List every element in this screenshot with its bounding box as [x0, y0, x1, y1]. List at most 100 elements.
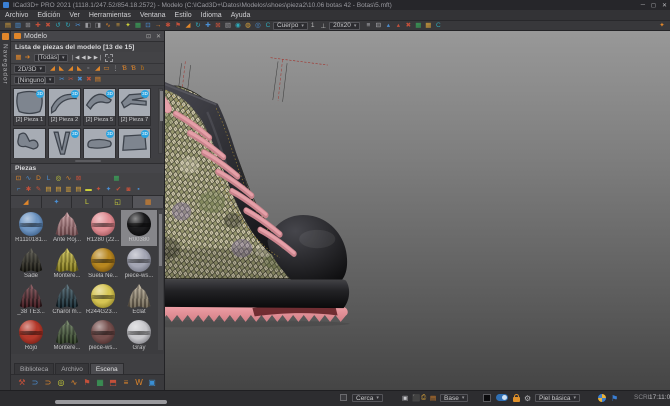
menu-estilo[interactable]: Estilo	[175, 12, 192, 19]
star-icon[interactable]: ✦	[123, 22, 133, 30]
v-red-icon[interactable]: ✔	[114, 186, 123, 194]
material-swatch[interactable]: R1110181...	[13, 210, 49, 246]
box-red-icon[interactable]: ⬒	[108, 378, 118, 388]
hatch-icon[interactable]: ▧	[223, 22, 233, 30]
tab-pieces[interactable]: ◢	[11, 196, 42, 208]
bolt-red-icon[interactable]: ✦	[94, 186, 103, 194]
box-red-icon[interactable]: ⊠	[74, 175, 83, 183]
save-icon[interactable]: ⊞	[23, 22, 33, 30]
transport-button[interactable]: ▶	[88, 55, 92, 61]
add-icon[interactable]: ✚	[33, 22, 43, 30]
material-swatch[interactable]: R244G238...	[85, 282, 121, 318]
record-toggle[interactable]: ◦	[104, 53, 113, 62]
tab-escena[interactable]: Escena	[89, 363, 124, 374]
minimize-button[interactable]: ─	[641, 2, 645, 9]
navigator-icon[interactable]	[1, 33, 9, 40]
skin-select[interactable]: Piel básica	[535, 394, 580, 402]
undo-icon[interactable]: ↺	[53, 22, 63, 30]
material-swatch[interactable]: Eclat	[121, 282, 157, 318]
pin-red-icon[interactable]: ▴	[393, 22, 403, 30]
panel-close-button[interactable]: ✕	[156, 33, 161, 40]
curve-icon[interactable]: ∿	[103, 22, 113, 30]
heart-red-icon[interactable]: ◙	[124, 186, 133, 194]
plus2-icon[interactable]: ✚	[203, 22, 213, 30]
hook-orange-icon[interactable]: ⊃	[43, 378, 53, 388]
folder-orange-icon[interactable]: ▤	[93, 76, 102, 84]
material-swatch[interactable]: Gray	[121, 318, 157, 354]
cross-red-icon[interactable]: ✖	[84, 76, 93, 84]
stack-c-icon[interactable]: ▥	[64, 186, 73, 194]
wedge-icon[interactable]: ◢	[183, 22, 193, 30]
flag-red-icon[interactable]: ⚑	[82, 378, 92, 388]
material-swatch[interactable]: Charol m...	[49, 282, 85, 318]
hammer-red-icon[interactable]: ⚒	[17, 378, 27, 388]
menu-ver[interactable]: Ver	[69, 12, 80, 19]
last-c-icon[interactable]: ◢	[66, 65, 75, 73]
last-b-icon[interactable]: ◣	[57, 65, 66, 73]
last-e-icon[interactable]: ◢	[93, 65, 102, 73]
close-box-icon[interactable]: ⊠	[213, 22, 223, 30]
flat-y-icon[interactable]: ▬	[84, 186, 93, 194]
material-swatch[interactable]: Ante Roj...	[49, 210, 85, 246]
drop-blue-icon[interactable]: ▪	[134, 186, 143, 194]
arrow-orange-icon[interactable]: ➔	[23, 54, 32, 62]
file-open-icon[interactable]: ▥	[13, 22, 23, 30]
material-swatch[interactable]: Sade	[13, 246, 49, 282]
wave-orange-icon[interactable]: ∿	[69, 378, 79, 388]
hook-blue-icon[interactable]: ⌐	[14, 186, 23, 194]
stop-icon[interactable]: ✖	[403, 22, 413, 30]
c-curve-icon[interactable]: C	[263, 22, 273, 30]
file-new-icon[interactable]: ▤	[3, 22, 13, 30]
bolt-blue-icon[interactable]: ✦	[104, 186, 113, 194]
wave-blue-icon[interactable]: ∿	[24, 175, 33, 183]
grid-multi-icon[interactable]: ▦	[95, 378, 105, 388]
material-swatch[interactable]: R00380	[121, 210, 157, 246]
dot-red-icon[interactable]: ✱	[24, 186, 33, 194]
piece-card[interactable]	[13, 128, 46, 158]
layers-icon[interactable]: ≡	[363, 22, 373, 30]
close-button[interactable]: ✕	[662, 2, 667, 9]
tab-materials[interactable]: ▦	[133, 196, 164, 208]
delete-icon[interactable]: ✖	[43, 22, 53, 30]
flag-icon[interactable]: ⚑	[611, 394, 618, 403]
window-view-icon[interactable]: ▣	[402, 394, 408, 402]
flat-icon[interactable]: ▭	[102, 65, 111, 73]
filter-all-select[interactable]: [Todas]	[34, 53, 69, 62]
burst-icon[interactable]: ✱	[163, 22, 173, 30]
mesh-icon[interactable]: ▦	[133, 22, 143, 30]
maximize-button[interactable]: ◻	[651, 2, 656, 9]
menu-idioma[interactable]: Idioma	[201, 12, 222, 19]
layer-icon[interactable]: ▤	[430, 394, 436, 402]
near-checkbox[interactable]	[340, 394, 347, 401]
body-select[interactable]: Cuerpo	[273, 21, 308, 30]
mirror-left-icon[interactable]: ◧	[83, 22, 93, 30]
palette-icon[interactable]: ✦	[657, 22, 667, 30]
compass-icon[interactable]	[598, 394, 606, 402]
boot-a-icon[interactable]: Ɓ	[120, 65, 129, 73]
material-swatch[interactable]: piece-ws...	[85, 318, 121, 354]
material-swatch[interactable]: piece-ws...	[121, 246, 157, 282]
ring-yellow-icon[interactable]: ◎	[54, 175, 63, 183]
material-swatch[interactable]: R1280 (22...	[85, 210, 121, 246]
visibility-toggle[interactable]	[496, 394, 508, 401]
measure-icon[interactable]: ≡	[113, 22, 123, 30]
tab-figure[interactable]: ✦	[41, 196, 73, 208]
l-blue-icon[interactable]: L	[44, 175, 53, 183]
tab-biblioteca[interactable]: Biblioteca	[14, 363, 55, 374]
grid-b-icon[interactable]: ▦	[423, 22, 433, 30]
frame-icon[interactable]: ⊡	[143, 22, 153, 30]
mirror-right-icon[interactable]: ◨	[93, 22, 103, 30]
piece-card[interactable]: 3D [2] Pieza 1	[13, 88, 46, 126]
piece-card[interactable]: 3D [2] Pieza 2	[48, 88, 81, 126]
transport-button[interactable]: ◀	[81, 55, 85, 61]
flag-icon[interactable]: ⚑	[173, 22, 183, 30]
color-swatch[interactable]	[483, 394, 491, 402]
stack-a-icon[interactable]: ▤	[44, 186, 53, 194]
tab-stairs[interactable]: ◱	[102, 196, 134, 208]
near-select[interactable]: Cerca	[352, 394, 383, 402]
grid-a-icon[interactable]: ▦	[413, 22, 423, 30]
menu-ventana[interactable]: Ventana	[140, 12, 166, 19]
material-swatch[interactable]: Suela Ne...	[85, 246, 121, 282]
menu-edición[interactable]: Edición	[37, 12, 60, 19]
grid-size-select[interactable]: 20x20	[329, 21, 361, 30]
